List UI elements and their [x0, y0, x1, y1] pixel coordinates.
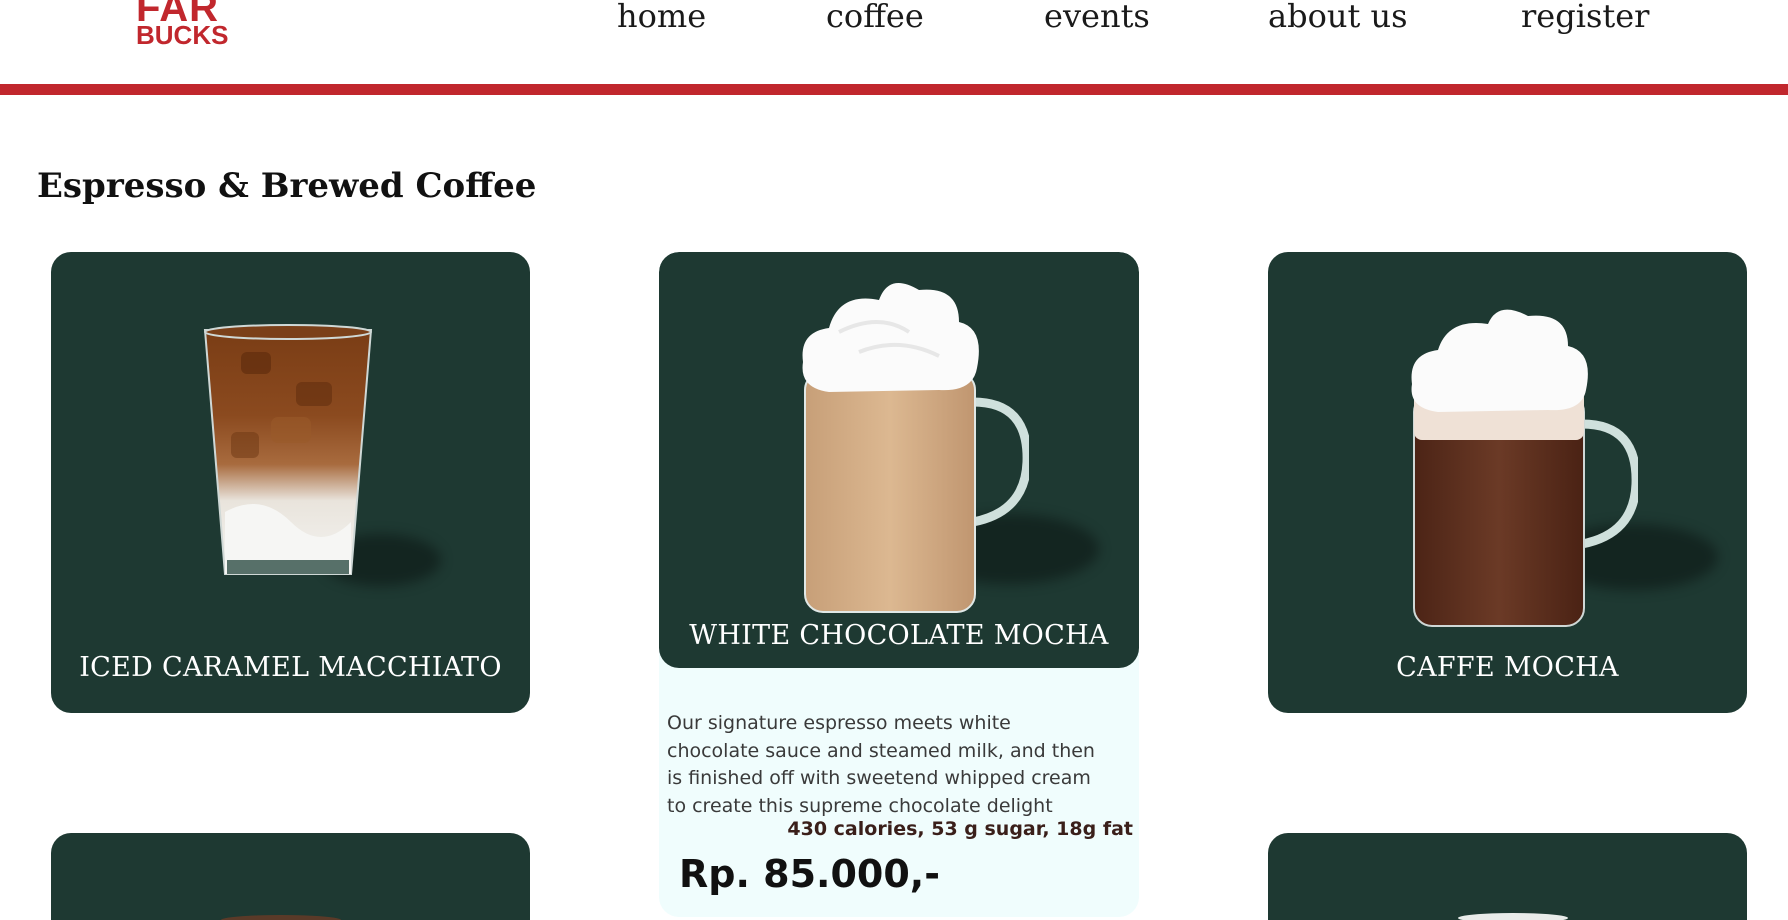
- product-card-partial[interactable]: [1268, 833, 1747, 920]
- nav-home[interactable]: home: [617, 0, 706, 36]
- header-red-bar: [0, 84, 1788, 95]
- section-title: Espresso & Brewed Coffee: [37, 166, 537, 206]
- product-description: Our signature espresso meets white choco…: [667, 712, 1095, 817]
- nav-coffee[interactable]: coffee: [826, 0, 924, 36]
- main-nav: home coffee events about us register: [0, 0, 1788, 40]
- nav-register[interactable]: register: [1521, 0, 1649, 36]
- iced-caramel-macchiato-image: [203, 324, 373, 575]
- caffe-mocha-image: [1411, 309, 1638, 627]
- partial-drink-image: [221, 915, 341, 920]
- product-nutrition: 430 calories, 53 g sugar, 18g fat: [787, 818, 1133, 840]
- partial-drink-image: [1458, 913, 1568, 920]
- product-card-white-chocolate-mocha[interactable]: WHITE CHOCOLATE MOCHA Our signature espr…: [659, 252, 1139, 917]
- nav-about-us[interactable]: about us: [1268, 0, 1408, 36]
- product-card-partial[interactable]: [51, 833, 530, 920]
- nav-events[interactable]: events: [1044, 0, 1150, 36]
- site-header: FAR BUCKS home coffee events about us re…: [0, 0, 1788, 84]
- product-name: CAFFE MOCHA: [1396, 652, 1619, 683]
- product-card-caffe-mocha[interactable]: CAFFE MOCHA: [1268, 252, 1747, 713]
- product-name: ICED CARAMEL MACCHIATO: [79, 652, 502, 683]
- white-chocolate-mocha-image: [802, 282, 1029, 613]
- product-name: WHITE CHOCOLATE MOCHA: [689, 620, 1109, 651]
- product-card-image-area: WHITE CHOCOLATE MOCHA: [659, 252, 1139, 668]
- product-price: Rp. 85.000,-: [679, 852, 940, 896]
- product-card-iced-caramel-macchiato[interactable]: ICED CARAMEL MACCHIATO: [51, 252, 530, 713]
